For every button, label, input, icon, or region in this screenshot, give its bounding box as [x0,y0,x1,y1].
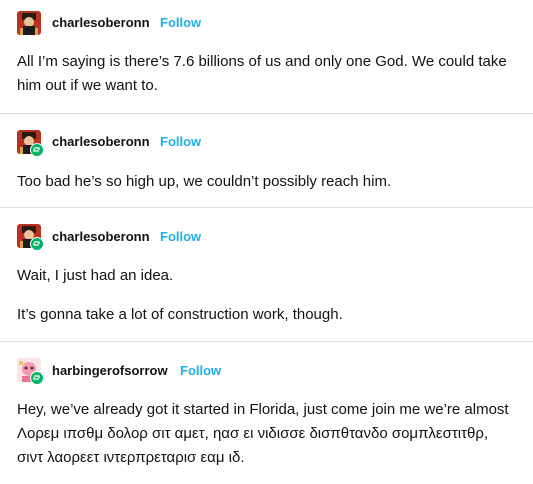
reblog-icon [30,143,44,157]
follow-button[interactable]: Follow [160,134,201,149]
reblog-icon [30,237,44,251]
post-username[interactable]: harbingerofsorrow [52,363,168,378]
avatar-charlesoberonn[interactable] [17,11,41,35]
divider [0,341,533,342]
post-text: Too bad he’s so high up, we couldn’t pos… [17,173,392,190]
follow-button[interactable]: Follow [180,363,221,378]
post-text: It’s gonna take a lot of construction wo… [17,306,343,323]
follow-button[interactable]: Follow [160,229,201,244]
reblog-icon [30,371,44,385]
post-text: All I’m saying is there’s 7.6 billions o… [17,53,507,94]
post-username[interactable]: charlesoberonn [52,134,150,149]
divider [0,207,533,208]
post-username[interactable]: charlesoberonn [52,229,150,244]
post-username[interactable]: charlesoberonn [52,15,150,30]
post-text: Hey, we’ve already got it started in Flo… [17,401,509,466]
post-text: Wait, I just had an idea. [17,267,174,284]
divider [0,113,533,114]
follow-button[interactable]: Follow [160,15,201,30]
